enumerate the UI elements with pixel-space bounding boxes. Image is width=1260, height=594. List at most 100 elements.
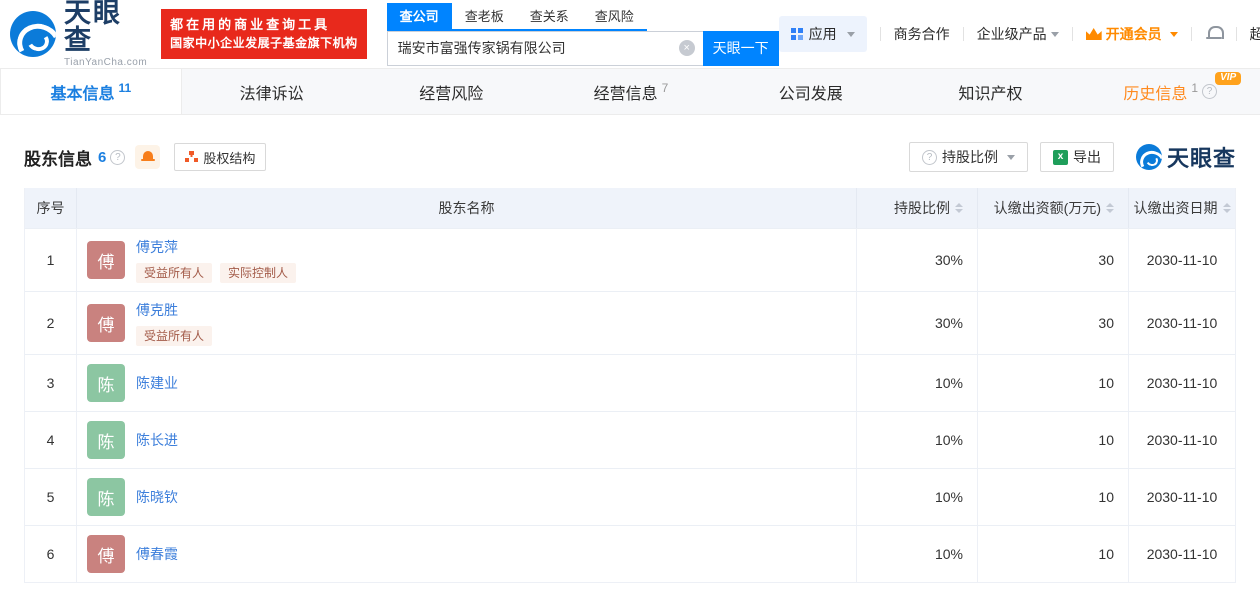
nav-business-cooperation[interactable]: 商务合作 bbox=[894, 24, 950, 44]
company-tab-bar: 基本信息 11 法律诉讼 经营风险 经营信息 7 公司发展 知识产权 VIP 历… bbox=[0, 68, 1260, 115]
tab-basic-info[interactable]: 基本信息 11 bbox=[0, 69, 182, 114]
avatar: 陈 bbox=[87, 364, 125, 402]
help-icon[interactable] bbox=[110, 149, 126, 165]
date-cell: 2030-11-10 bbox=[1146, 546, 1218, 562]
search-tab-company[interactable]: 查公司 bbox=[386, 2, 452, 29]
col-header-ratio[interactable]: 持股比例 bbox=[857, 198, 977, 218]
shareholder-cell: 傅 傅春霞 bbox=[77, 526, 856, 582]
tianyancha-logo[interactable]: 天眼查 TianYanCha.com bbox=[10, 0, 147, 68]
tab-label: 历史信息 bbox=[1123, 85, 1188, 103]
tab-label: 知识产权 bbox=[958, 85, 1023, 103]
shareholder-link[interactable]: 傅春霞 bbox=[136, 544, 178, 564]
crown-icon bbox=[1086, 28, 1102, 40]
shareholder-cell: 陈 陈建业 bbox=[77, 355, 856, 411]
col-header-date[interactable]: 认缴出资日期 bbox=[1129, 198, 1235, 218]
search-tab-risk[interactable]: 查风险 bbox=[582, 3, 647, 29]
shareholder-link[interactable]: 陈建业 bbox=[136, 373, 178, 393]
tab-legal-litigation[interactable]: 法律诉讼 bbox=[182, 69, 362, 114]
avatar: 傅 bbox=[87, 241, 125, 279]
subscribe-bell-button[interactable] bbox=[135, 145, 161, 169]
vip-badge: VIP bbox=[1215, 72, 1242, 85]
shareholder-link[interactable]: 傅克萍 bbox=[136, 237, 296, 257]
tianyancha-logo-icon bbox=[10, 11, 56, 57]
date-cell: 2030-11-10 bbox=[1146, 375, 1218, 391]
ratio-cell: 10% bbox=[934, 489, 963, 505]
brand-name: 天眼查 bbox=[64, 0, 122, 55]
date-cell: 2030-11-10 bbox=[1146, 252, 1218, 268]
date-cell: 2030-11-10 bbox=[1146, 432, 1218, 448]
nav-enterprise-products[interactable]: 企业级产品 bbox=[977, 24, 1059, 44]
chevron-down-icon bbox=[1006, 154, 1015, 160]
tab-company-development[interactable]: 公司发展 bbox=[721, 69, 901, 114]
notification-bell-icon[interactable] bbox=[1205, 25, 1224, 43]
help-icon bbox=[921, 149, 937, 165]
tab-label: 经营信息 bbox=[593, 85, 658, 103]
amount-cell: 30 bbox=[1098, 315, 1114, 331]
date-cell: 2030-11-10 bbox=[1146, 489, 1218, 505]
shareholders-section-header: 股东信息 6 股权结构 持股比例 导出 天眼查 bbox=[24, 141, 1236, 173]
nav-open-vip[interactable]: 开通会员 bbox=[1086, 24, 1178, 44]
search-button[interactable]: 天眼一下 bbox=[702, 30, 779, 66]
chevron-down-icon bbox=[846, 31, 855, 37]
ratio-cell: 30% bbox=[934, 315, 963, 331]
ratio-cell: 30% bbox=[934, 252, 963, 268]
section-title: 股东信息 bbox=[24, 149, 92, 169]
shareholder-link[interactable]: 陈长进 bbox=[136, 430, 178, 450]
row-index: 3 bbox=[46, 375, 55, 391]
col-header-name: 股东名称 bbox=[438, 200, 495, 216]
ratio-cell: 10% bbox=[934, 375, 963, 391]
divider bbox=[1190, 27, 1192, 41]
search-tabs: 查公司 查老板 查关系 查风险 bbox=[386, 2, 647, 31]
holding-ratio-button[interactable]: 持股比例 bbox=[908, 142, 1028, 172]
tab-operating-info[interactable]: 经营信息 7 bbox=[541, 69, 721, 114]
avatar: 傅 bbox=[87, 304, 125, 342]
clear-icon[interactable] bbox=[678, 40, 695, 56]
apps-label: 应用 bbox=[808, 26, 837, 42]
export-button[interactable]: 导出 bbox=[1039, 142, 1114, 172]
tab-operating-risk[interactable]: 经营风险 bbox=[361, 69, 541, 114]
table-row: 3 陈 陈建业 10% 10 2030-11-10 bbox=[25, 354, 1235, 411]
search-tab-relation[interactable]: 查关系 bbox=[517, 3, 582, 29]
row-index: 6 bbox=[46, 546, 55, 562]
apps-grid-icon bbox=[790, 28, 803, 40]
tab-label: 基本信息 bbox=[50, 85, 115, 103]
sort-icon[interactable] bbox=[1106, 203, 1114, 213]
tab-count: 11 bbox=[118, 80, 132, 95]
search-tab-boss[interactable]: 查老板 bbox=[452, 3, 517, 29]
excel-icon bbox=[1052, 149, 1068, 165]
divider bbox=[1235, 27, 1237, 41]
open-vip-label: 开通会员 bbox=[1105, 26, 1162, 42]
shareholder-link[interactable]: 陈晓钦 bbox=[136, 487, 178, 507]
apps-menu[interactable]: 应用 bbox=[778, 16, 867, 52]
table-row: 1 傅 傅克萍 受益所有人 实际控制人 30% 30 2030-11-10 bbox=[25, 228, 1235, 291]
table-row: 4 陈 陈长进 10% 10 2030-11-10 bbox=[25, 411, 1235, 468]
business-cooperation-label: 商务合作 bbox=[893, 26, 950, 42]
tab-label: 经营风险 bbox=[419, 85, 484, 103]
row-index: 1 bbox=[46, 252, 55, 268]
tab-intellectual-property[interactable]: 知识产权 bbox=[901, 69, 1081, 114]
amount-cell: 10 bbox=[1098, 489, 1114, 505]
shareholder-cell: 傅 傅克胜 受益所有人 bbox=[77, 292, 856, 354]
sort-icon[interactable] bbox=[1222, 203, 1231, 213]
col-header-label: 持股比例 bbox=[894, 200, 950, 216]
equity-structure-button[interactable]: 股权结构 bbox=[174, 143, 267, 171]
watermark-text: 天眼查 bbox=[1166, 146, 1236, 171]
col-header-amount[interactable]: 认缴出资额(万元) bbox=[978, 198, 1128, 218]
help-icon[interactable] bbox=[1202, 84, 1218, 99]
row-index: 4 bbox=[46, 432, 55, 448]
amount-cell: 10 bbox=[1098, 546, 1114, 562]
tab-history-info[interactable]: VIP 历史信息 1 bbox=[1080, 69, 1260, 114]
nav-super-risk[interactable]: 超级风... bbox=[1250, 24, 1260, 44]
shareholder-cell: 傅 傅克萍 受益所有人 实际控制人 bbox=[77, 229, 856, 291]
avatar: 陈 bbox=[87, 478, 125, 516]
ratio-cell: 10% bbox=[934, 546, 963, 562]
shareholder-link[interactable]: 傅克胜 bbox=[136, 300, 212, 320]
sort-icon[interactable] bbox=[955, 203, 963, 213]
export-label: 导出 bbox=[1072, 149, 1101, 165]
search-input[interactable] bbox=[397, 40, 679, 56]
table-row: 6 傅 傅春霞 10% 10 2030-11-10 bbox=[25, 525, 1235, 582]
row-index: 5 bbox=[46, 489, 55, 505]
amount-cell: 10 bbox=[1098, 375, 1114, 391]
table-row: 5 陈 陈晓钦 10% 10 2030-11-10 bbox=[25, 468, 1235, 525]
table-body: 1 傅 傅克萍 受益所有人 实际控制人 30% 30 2030-11-10 2 傅… bbox=[25, 228, 1235, 582]
